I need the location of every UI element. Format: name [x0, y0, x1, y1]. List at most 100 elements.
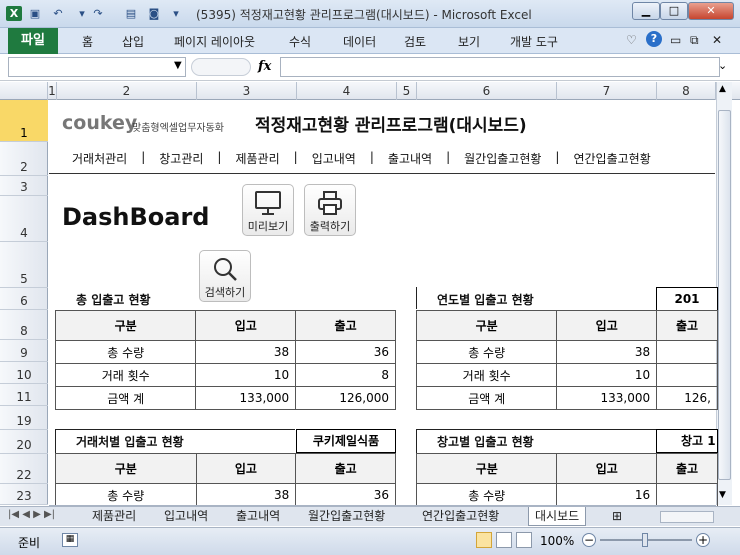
dropdown-arrow-icon[interactable]: ▾ — [74, 6, 90, 21]
scroll-thumb[interactable] — [718, 110, 731, 480]
page-break-view-icon[interactable] — [516, 532, 532, 548]
restore-workbook-icon[interactable]: ▭ — [670, 33, 681, 47]
tab-developer[interactable]: 개발 도구 — [510, 33, 558, 50]
workbook-restore-icon[interactable]: ⧉ — [690, 33, 699, 48]
row-header[interactable]: 8 — [0, 310, 48, 340]
table-cell[interactable]: 36 — [295, 483, 396, 507]
sheet-tab[interactable]: 입고내역 — [158, 507, 214, 526]
row-header[interactable]: 3 — [0, 176, 48, 196]
column-header[interactable]: 1 — [48, 82, 57, 100]
column-header[interactable]: 3 — [197, 82, 297, 100]
save-icon[interactable]: ▣ — [27, 6, 43, 21]
table-cell[interactable]: 총 수량 — [54, 340, 197, 364]
table-cell[interactable]: 총 수량 — [415, 340, 558, 364]
tab-data[interactable]: 데이터 — [343, 33, 376, 50]
table-cell[interactable]: 16 — [556, 483, 658, 507]
table-cell[interactable]: 126,000 — [295, 386, 396, 410]
column-header[interactable]: 7 — [557, 82, 657, 100]
name-box[interactable] — [8, 57, 186, 77]
row-header[interactable]: 19 — [0, 406, 48, 430]
table-cell[interactable]: 거래 횟수 — [54, 363, 197, 387]
row-header[interactable]: 4 — [0, 196, 48, 242]
table-cell[interactable]: 38 — [556, 340, 658, 364]
sheet-nav-arrows-icon[interactable]: |◀ ◀ ▶ ▶| — [8, 509, 55, 520]
minimize-button[interactable]: ▁ — [632, 2, 660, 20]
table-cell[interactable]: 133,000 — [556, 386, 658, 410]
column-header[interactable]: 5 — [397, 82, 417, 100]
redo-icon[interactable]: ↷ — [90, 6, 106, 21]
select-all-corner[interactable] — [0, 82, 48, 100]
normal-view-icon[interactable] — [476, 532, 492, 548]
new-sheet-icon[interactable]: ⊞ — [606, 507, 628, 526]
help-icon[interactable]: ? — [646, 31, 662, 47]
tab-review[interactable]: 검토 — [404, 33, 426, 50]
row-header[interactable]: 10 — [0, 362, 48, 384]
sheet-tab-active[interactable]: 대시보드 — [528, 507, 587, 526]
vertical-scrollbar[interactable]: ▲ ▼ — [716, 82, 732, 505]
column-header[interactable]: 8 — [657, 82, 716, 100]
tab-insert[interactable]: 삽입 — [122, 33, 144, 50]
menu-item-warehouses[interactable]: 창고관리 — [159, 150, 203, 167]
table-cell[interactable]: 금액 계 — [415, 386, 558, 410]
table-cell[interactable]: 10 — [556, 363, 658, 387]
tab-home[interactable]: 홈 — [82, 33, 93, 50]
row-header[interactable]: 20 — [0, 430, 48, 454]
row-header[interactable]: 9 — [0, 340, 48, 362]
zoom-in-icon[interactable]: + — [696, 533, 710, 547]
menu-item-partners[interactable]: 거래처관리 — [72, 150, 127, 167]
print-button[interactable]: 출력하기 — [304, 184, 356, 236]
page-layout-view-icon[interactable] — [496, 532, 512, 548]
menu-item-yearly[interactable]: 연간입출고현황 — [573, 150, 650, 167]
column-header[interactable]: 4 — [297, 82, 397, 100]
row-header[interactable]: 22 — [0, 454, 48, 484]
scroll-down-icon[interactable]: ▼ — [719, 490, 726, 500]
tab-page-layout[interactable]: 페이지 레이아웃 — [174, 33, 255, 50]
table-cell[interactable]: 36 — [295, 340, 396, 364]
search-button[interactable]: 검색하기 — [199, 250, 251, 302]
undo-icon[interactable]: ↶ — [50, 6, 66, 21]
year-selector[interactable]: 201 — [656, 287, 718, 311]
table-cell[interactable]: 38 — [195, 340, 297, 364]
row-header[interactable]: 5 — [0, 242, 48, 288]
partner-selector[interactable]: 쿠키제일식품 — [296, 429, 396, 453]
warehouse-selector[interactable]: 창고 1 — [656, 429, 718, 453]
menu-item-inbound[interactable]: 입고내역 — [312, 150, 356, 167]
menu-item-outbound[interactable]: 출고내역 — [388, 150, 432, 167]
row-header[interactable]: 23 — [0, 484, 48, 505]
preview-button[interactable]: 미리보기 — [242, 184, 294, 236]
table-cell[interactable]: 거래 횟수 — [415, 363, 558, 387]
table-cell[interactable]: 38 — [195, 483, 297, 507]
zoom-out-icon[interactable]: − — [582, 533, 596, 547]
table-cell[interactable]: 133,000 — [195, 386, 297, 410]
customize-qat-icon[interactable]: ▾ — [168, 6, 184, 21]
table-cell[interactable]: 8 — [295, 363, 396, 387]
tab-file[interactable]: 파일 — [8, 28, 58, 54]
column-header[interactable]: 6 — [417, 82, 557, 100]
formula-input[interactable] — [280, 57, 720, 77]
camera-icon[interactable]: ◙ — [146, 6, 162, 21]
menu-item-monthly[interactable]: 월간입출고현황 — [464, 150, 541, 167]
sheet-tab[interactable]: 출고내역 — [230, 507, 286, 526]
tab-formulas[interactable]: 수식 — [289, 33, 311, 50]
table-cell[interactable]: 금액 계 — [54, 386, 197, 410]
scroll-up-icon[interactable]: ▲ — [719, 84, 726, 94]
horizontal-scrollbar[interactable] — [660, 511, 714, 523]
row-header[interactable]: 6 — [0, 288, 48, 310]
form-icon[interactable]: ▤ — [123, 6, 139, 21]
row-header[interactable]: 2 — [0, 142, 48, 176]
table-cell[interactable]: 10 — [195, 363, 297, 387]
row-header[interactable]: 11 — [0, 384, 48, 406]
table-cell[interactable] — [656, 483, 718, 507]
ribbon-minimize-icon[interactable]: ♡ — [626, 33, 637, 47]
sheet-tab[interactable]: 연간입출고현황 — [416, 507, 505, 526]
zoom-slider-thumb[interactable] — [642, 533, 648, 547]
insert-function-icon[interactable]: fx — [258, 59, 271, 74]
menu-item-products[interactable]: 제품관리 — [235, 150, 279, 167]
workbook-close-icon[interactable]: ✕ — [712, 33, 722, 47]
table-cell[interactable]: 126, — [656, 386, 718, 410]
column-header[interactable]: 2 — [57, 82, 197, 100]
table-cell[interactable] — [656, 340, 718, 364]
sheet-tab[interactable]: 월간입출고현황 — [302, 507, 391, 526]
sheet-tab[interactable]: 제품관리 — [86, 507, 142, 526]
name-box-dropdown-icon[interactable]: ▼ — [174, 60, 182, 71]
